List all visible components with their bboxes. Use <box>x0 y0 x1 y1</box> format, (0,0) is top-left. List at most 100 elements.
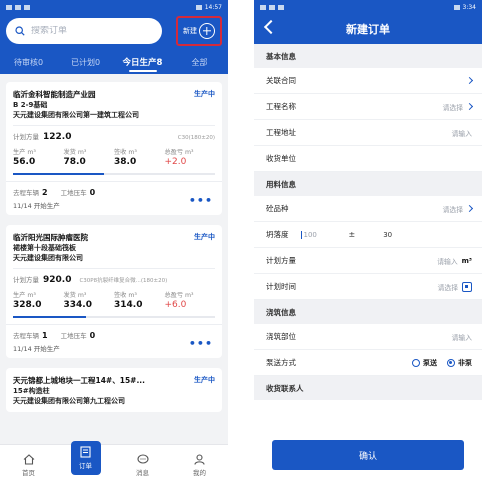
row-contract[interactable]: 关联合同 <box>254 68 482 94</box>
tabbar-label: 我的 <box>193 469 206 477</box>
input-placeholder: 请输入 <box>437 257 458 266</box>
stat-label: 签收 m³ <box>114 149 137 156</box>
card-project: 临沂阳光国际肿瘤医院 <box>13 233 88 242</box>
tabbar-label: 订单 <box>79 462 92 470</box>
tab-all[interactable]: 全部 <box>171 50 228 74</box>
site-label: 工地压车 <box>60 332 87 340</box>
input-placeholder: 请输入 <box>451 129 472 138</box>
select-placeholder: 请选择 <box>442 205 463 214</box>
row-label: 坍落度 <box>266 230 289 239</box>
more-icon[interactable]: ••• <box>189 194 213 207</box>
tabbar-mine[interactable]: 我的 <box>171 445 228 482</box>
tabbar-home[interactable]: 首页 <box>0 445 57 482</box>
status-time: 14:57 <box>204 3 222 11</box>
plan-label: 计划方量 <box>13 276 39 284</box>
section-receiver-contact: 收货联系人 <box>254 376 482 400</box>
status-badge: 生产中 <box>194 376 215 384</box>
row-concrete-type[interactable]: 砼品种 请选择 <box>254 196 482 222</box>
new-order-button[interactable]: 新建 <box>176 16 222 46</box>
stat-label: 发货 m³ <box>63 149 87 156</box>
row-pour-part[interactable]: 浇筑部位 请输入 <box>254 324 482 350</box>
confirm-button[interactable]: 确认 <box>272 440 464 470</box>
status-bar: 14:57 <box>0 0 228 14</box>
radio-pump[interactable]: 泵送 <box>412 358 437 368</box>
order-card[interactable]: 临沂阳光国际肿瘤医院 生产中 裙楼第十段基础筏板 天元建设集团有限公司 计划方量… <box>6 225 222 358</box>
card-company: 天元建设集团有限公司第一建筑工程公司 <box>13 111 139 119</box>
row-receiver-unit[interactable]: 收货单位 <box>254 146 482 172</box>
tab-pending[interactable]: 待审核0 <box>0 50 57 74</box>
stat-value: +6.0 <box>164 300 187 310</box>
stat-value: 328.0 <box>13 300 42 310</box>
home-icon <box>23 454 34 465</box>
search-input[interactable] <box>31 26 141 36</box>
row-plan-time[interactable]: 计划时间 请选择 <box>254 274 482 300</box>
card-part: 15#构造柱 <box>13 387 50 395</box>
slump-value-input[interactable]: 100 <box>300 230 341 239</box>
concrete-spec: C30(180±20) <box>177 135 215 141</box>
signal-icon <box>269 4 275 10</box>
battery-icon <box>453 4 460 10</box>
plan-value: 920.0 <box>43 275 72 285</box>
new-order-header: 3:34 新建订单 <box>254 0 482 44</box>
select-placeholder: 请选择 <box>437 283 458 292</box>
progress-bar <box>13 173 215 175</box>
order-tabs: 待审核0 已计划0 今日生产8 全部 <box>0 50 228 74</box>
chevron-right-icon <box>465 102 474 111</box>
tabbar-label: 首页 <box>22 469 35 477</box>
progress-bar <box>13 316 215 318</box>
concrete-spec: C30P8抗裂纤维复合微...(180±20) <box>79 278 168 284</box>
tab-planned[interactable]: 已计划0 <box>57 50 114 74</box>
plan-value: 122.0 <box>43 132 72 142</box>
row-project-name[interactable]: 工程名称 请选择 <box>254 94 482 120</box>
card-part: B 2-9基础 <box>13 101 48 109</box>
plus-circle-icon <box>199 23 215 39</box>
row-label: 浇筑部位 <box>266 332 296 341</box>
new-order-label: 新建 <box>183 27 197 35</box>
row-label: 计划时间 <box>266 282 296 291</box>
section-basic-info: 基本信息 <box>254 44 482 68</box>
plan-label: 计划方量 <box>13 133 39 141</box>
radio-circle-icon <box>412 358 420 367</box>
select-placeholder: 请选择 <box>442 103 463 112</box>
site-label: 工地压车 <box>60 189 87 197</box>
slump-tolerance-input[interactable]: 30 <box>383 231 392 239</box>
status-badge: 生产中 <box>194 233 215 241</box>
row-plan-volume[interactable]: 计划方量 请输入 m³ <box>254 248 482 274</box>
app-icon <box>24 4 30 10</box>
site-value: 0 <box>89 188 96 197</box>
section-material-info: 用料信息 <box>254 172 482 196</box>
order-list-screen: 14:57 新建 待审核0 已计划0 今日生产8 全部 临沂金科智能制造产业园 <box>0 0 228 482</box>
bottom-tab-bar: 首页 订单 消息 我的 <box>0 441 228 482</box>
row-label: 工程名称 <box>266 102 296 111</box>
progress-fill <box>13 173 104 175</box>
app-icon <box>278 4 284 10</box>
row-pump-method: 泵送方式 泵送 非泵 <box>254 350 482 376</box>
status-badge: 生产中 <box>194 90 215 98</box>
search-box[interactable] <box>6 18 162 44</box>
input-placeholder: 请输入 <box>451 333 472 342</box>
stat-label: 总盈亏 m³ <box>164 149 194 156</box>
order-card[interactable]: 临沂金科智能制造产业园 生产中 B 2-9基础 天元建设集团有限公司第一建筑工程… <box>6 82 222 215</box>
tab-today[interactable]: 今日生产8 <box>114 50 171 74</box>
status-time: 3:34 <box>462 3 476 11</box>
signal-icon <box>6 4 12 10</box>
stat-label: 发货 m³ <box>63 292 87 299</box>
order-card-list: 临沂金科智能制造产业园 生产中 B 2-9基础 天元建设集团有限公司第一建筑工程… <box>0 74 228 412</box>
order-icon <box>80 446 91 458</box>
card-company: 天元建设集团有限公司第九工程公司 <box>13 397 125 405</box>
row-label: 砼品种 <box>266 204 289 213</box>
radio-non-pump[interactable]: 非泵 <box>447 358 472 368</box>
message-icon <box>136 454 149 464</box>
more-icon[interactable]: ••• <box>189 337 213 350</box>
plus-minus-sign: ± <box>348 230 356 239</box>
stat-value: +2.0 <box>164 157 187 167</box>
tabbar-order[interactable]: 订单 <box>57 441 114 482</box>
row-project-address[interactable]: 工程地址 请输入 <box>254 120 482 146</box>
stat-value: 56.0 <box>13 157 36 167</box>
trips-label: 去程车辆 <box>13 189 39 197</box>
card-project: 临沂金科智能制造产业园 <box>13 90 96 99</box>
calendar-icon[interactable] <box>462 281 472 292</box>
order-card[interactable]: 天元锦都上城地块一工程14#、15#... 生产中 15#构造柱 天元建设集团有… <box>6 368 222 412</box>
tabbar-message[interactable]: 消息 <box>114 445 171 482</box>
signal-icon <box>15 4 21 10</box>
